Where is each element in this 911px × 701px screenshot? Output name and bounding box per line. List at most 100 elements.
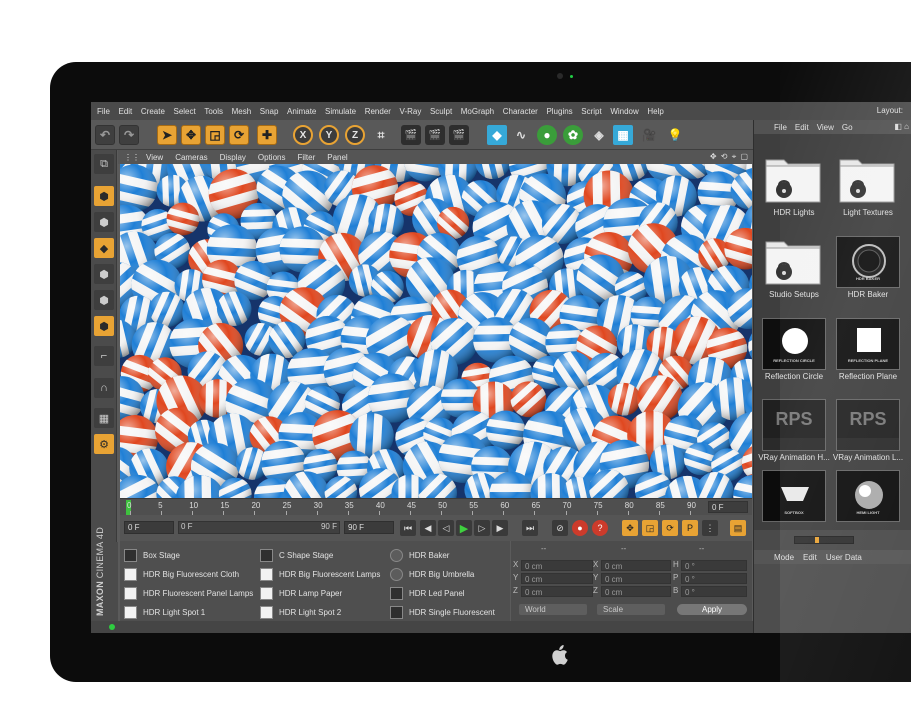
browser-menu-view[interactable]: View xyxy=(817,123,834,132)
content-object-item[interactable]: C Shape Stage xyxy=(260,547,333,563)
edges-mode-icon[interactable]: ⬢ xyxy=(94,290,114,310)
points-mode-icon[interactable]: ⬢ xyxy=(94,264,114,284)
menu-item-character[interactable]: Character xyxy=(503,107,538,116)
content-object-item[interactable]: HDR Baker xyxy=(390,547,449,563)
end-frame-field[interactable]: 90 F xyxy=(344,521,394,534)
size-field[interactable]: 0 cm xyxy=(601,573,671,584)
viewport-navigation-icons[interactable]: ✥ ⟲ ⌖ ▢ xyxy=(710,152,749,162)
layout-label[interactable]: Layout: xyxy=(877,106,903,115)
content-object-item[interactable]: Box Stage xyxy=(124,547,180,563)
go-to-end-icon[interactable]: ⏭ xyxy=(522,520,538,536)
menu-item-render[interactable]: Render xyxy=(365,107,391,116)
rotation-field[interactable]: 0 ° xyxy=(681,560,747,571)
select-arrow-icon[interactable]: ➤ xyxy=(157,125,177,145)
viewport-menu-display[interactable]: Display xyxy=(220,153,246,162)
y-axis-lock[interactable]: Y xyxy=(319,125,339,145)
viewport-menu-cameras[interactable]: Cameras xyxy=(175,153,207,162)
undo-icon[interactable]: ↶ xyxy=(95,125,115,145)
menu-item-simulate[interactable]: Simulate xyxy=(325,107,356,116)
browser-tile[interactable]: REFLECTION PLANE Reflection Plane xyxy=(836,318,900,382)
model-mode-icon[interactable]: ⬢ xyxy=(94,186,114,206)
scale-icon[interactable]: ◲ xyxy=(205,125,225,145)
next-key-icon[interactable]: ▶ xyxy=(492,520,508,536)
x-axis-lock[interactable]: X xyxy=(293,125,313,145)
key-position-icon[interactable]: ✥ xyxy=(622,520,638,536)
rotation-field[interactable]: 0 ° xyxy=(681,573,747,584)
content-object-item[interactable]: HDR Single Fluorescent xyxy=(390,604,495,620)
browser-tile[interactable]: HDR BAKER HDR Baker xyxy=(836,236,900,300)
browser-tile[interactable]: Light Textures xyxy=(836,154,900,218)
menu-item-vray[interactable]: V-Ray xyxy=(400,107,422,116)
browser-home-icon[interactable]: ◧ ⌂ xyxy=(894,122,909,131)
size-field[interactable]: 0 cm xyxy=(601,586,671,597)
content-object-item[interactable]: HDR Big Umbrella xyxy=(390,566,474,582)
content-object-item[interactable]: HDR Fluorescent Panel Lamps xyxy=(124,585,253,601)
timeline-frame-field[interactable]: 0 F xyxy=(708,501,748,513)
texture-mode-icon[interactable]: ⬢ xyxy=(94,212,114,232)
camera-icon[interactable]: 🎥 xyxy=(639,125,659,145)
viewport-menu-options[interactable]: Options xyxy=(258,153,286,162)
record-active-icon[interactable]: ● xyxy=(572,520,588,536)
menu-item-window[interactable]: Window xyxy=(610,107,638,116)
transform-mode-select[interactable]: Scale xyxy=(597,604,665,615)
content-object-item[interactable]: HDR Big Fluorescent Lamps xyxy=(260,566,380,582)
menu-item-script[interactable]: Script xyxy=(581,107,601,116)
array-icon[interactable]: ✿ xyxy=(563,125,583,145)
menu-item-tools[interactable]: Tools xyxy=(204,107,223,116)
render-view-icon[interactable]: 🎬 xyxy=(401,125,421,145)
redo-icon[interactable]: ↷ xyxy=(119,125,139,145)
make-editable-icon[interactable]: ⧉ xyxy=(94,154,114,174)
render-settings-icon[interactable]: 🎬 xyxy=(449,125,469,145)
play-icon[interactable]: ▶ xyxy=(456,520,472,536)
menu-item-select[interactable]: Select xyxy=(173,107,195,116)
menu-item-help[interactable]: Help xyxy=(647,107,663,116)
apply-button[interactable]: Apply xyxy=(677,604,747,615)
floor-icon[interactable]: ▦ xyxy=(613,125,633,145)
key-rotation-icon[interactable]: ⟳ xyxy=(662,520,678,536)
menu-item-snap[interactable]: Snap xyxy=(260,107,279,116)
browser-menu-edit[interactable]: Edit xyxy=(795,123,809,132)
browser-tile[interactable]: SOFTBOX xyxy=(762,470,826,534)
viewport-render[interactable] xyxy=(120,164,752,498)
size-field[interactable]: 0 cm xyxy=(601,560,671,571)
axis-mode-icon[interactable]: ⌐ xyxy=(94,346,114,366)
previous-key-icon[interactable]: ◀ xyxy=(420,520,436,536)
coordinate-system-icon[interactable]: ⌗ xyxy=(371,125,391,145)
content-object-item[interactable]: HDR Light Spot 1 xyxy=(124,604,205,620)
locked-workplane-icon[interactable]: ⚙ xyxy=(94,434,114,454)
viewport-menu-panel[interactable]: Panel xyxy=(327,153,347,162)
position-field[interactable]: 0 cm xyxy=(521,586,593,597)
menu-item-plugins[interactable]: Plugins xyxy=(546,107,572,116)
start-frame-field[interactable]: 0 F xyxy=(124,521,174,534)
menu-item-animate[interactable]: Animate xyxy=(287,107,316,116)
rotate-icon[interactable]: ⟳ xyxy=(229,125,249,145)
browser-menu-file[interactable]: File xyxy=(774,123,787,132)
next-frame-icon[interactable]: ▷ xyxy=(474,520,490,536)
browser-tile[interactable]: HDR Lights xyxy=(762,154,826,218)
frame-range-slider[interactable]: 0 F 90 F xyxy=(178,521,340,534)
timeline-ruler[interactable]: 0 F 0 5 10 15 20 25 30 35 40 45 50 55 60 65 70 75 80 85 90 xyxy=(120,498,752,515)
menu-item-edit[interactable]: Edit xyxy=(118,107,132,116)
menu-item-mesh[interactable]: Mesh xyxy=(232,107,252,116)
attribute-menu-edit[interactable]: Edit xyxy=(803,553,817,562)
menu-item-file[interactable]: File xyxy=(97,107,110,116)
previous-frame-icon[interactable]: ◁ xyxy=(438,520,454,536)
rotation-field[interactable]: 0 ° xyxy=(681,586,747,597)
cube-primitive-icon[interactable]: ◆ xyxy=(487,125,507,145)
z-axis-lock[interactable]: Z xyxy=(345,125,365,145)
move-icon[interactable]: ✥ xyxy=(181,125,201,145)
key-scale-icon[interactable]: ◲ xyxy=(642,520,658,536)
browser-menu-go[interactable]: Go xyxy=(842,123,853,132)
content-object-item[interactable]: HDR Lamp Paper xyxy=(260,585,342,601)
viewport-menu-filter[interactable]: Filter xyxy=(297,153,315,162)
go-to-start-icon[interactable]: ⏮ xyxy=(400,520,416,536)
content-object-item[interactable]: HDR Light Spot 2 xyxy=(260,604,341,620)
workplane-mode-icon[interactable]: ◆ xyxy=(94,238,114,258)
polygons-mode-icon[interactable]: ⬢ xyxy=(94,316,114,336)
key-parameter-icon[interactable]: P xyxy=(682,520,698,536)
content-object-item[interactable]: HDR Led Panel xyxy=(390,585,465,601)
menu-item-sculpt[interactable]: Sculpt xyxy=(430,107,452,116)
timeline-window-icon[interactable]: ▤ xyxy=(730,520,746,536)
record-keys-disabled-icon[interactable]: ⊘ xyxy=(552,520,568,536)
position-field[interactable]: 0 cm xyxy=(521,560,593,571)
